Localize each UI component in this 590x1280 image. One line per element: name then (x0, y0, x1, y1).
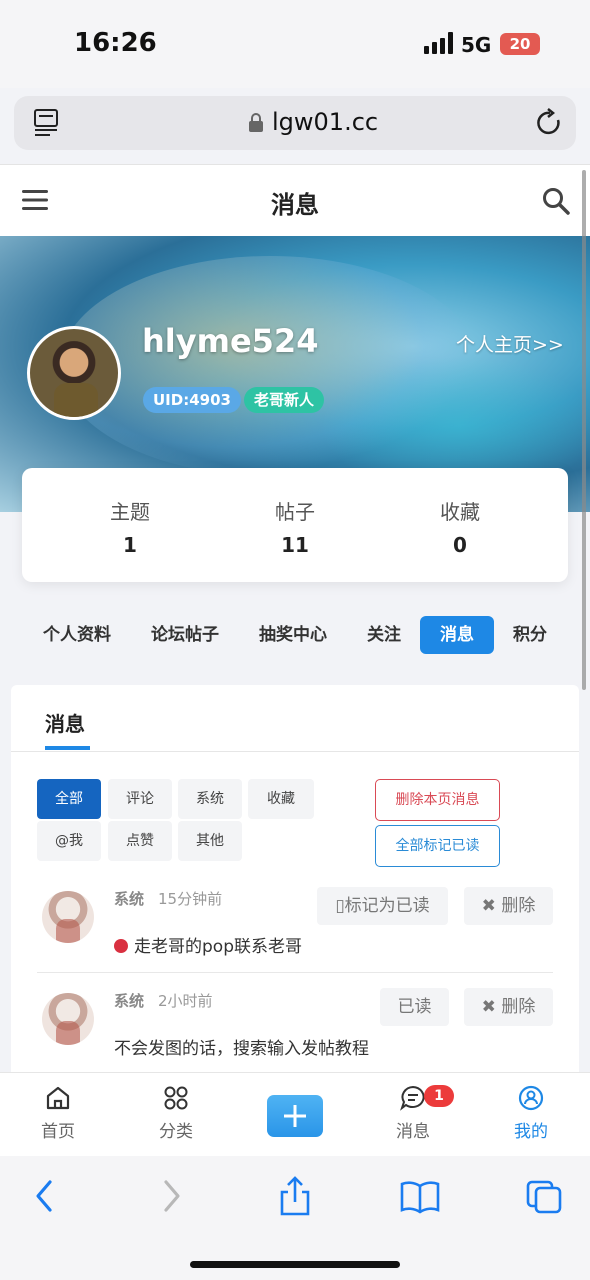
filter-comments[interactable]: 评论 (108, 779, 172, 819)
card-title: 消息 (45, 712, 85, 736)
message-body[interactable]: 不会发图的话，搜索输入发帖教程 (114, 1034, 369, 1059)
home-icon (46, 1086, 70, 1110)
divider (11, 751, 579, 752)
filter-all[interactable]: 全部 (37, 779, 101, 819)
message-time: 2小时前 (158, 992, 213, 1010)
avatar (42, 891, 94, 943)
message-text: 走老哥的pop联系老哥 (134, 937, 302, 957)
tab-messages[interactable]: 消息 (420, 616, 494, 654)
level-badge: 老哥新人 (244, 387, 325, 413)
chat-icon (400, 1085, 425, 1111)
filter-favorites[interactable]: 收藏 (248, 779, 314, 819)
message-time: 15分钟前 (158, 890, 223, 908)
tab-points[interactable]: 积分 (506, 616, 554, 654)
profile-link[interactable]: 个人主页>> (456, 330, 564, 357)
mark-read-label: 标记为已读 (344, 896, 430, 916)
read-status-button[interactable]: 已读 (380, 988, 449, 1026)
stat-topics[interactable]: 主题 1 (70, 496, 190, 557)
stat-label: 主题 (110, 500, 150, 524)
url-bar[interactable]: lgw01.cc (14, 96, 576, 150)
delete-page-button[interactable]: 删除本页消息 (375, 779, 500, 821)
plus-icon (284, 1105, 306, 1127)
network-type: 5G (461, 33, 492, 57)
nav-label: 我的 (514, 1122, 548, 1142)
nav-label: 首页 (41, 1122, 75, 1142)
status-bar: 16:26 5G 20 (0, 0, 590, 88)
avatar[interactable] (27, 326, 121, 420)
share-icon[interactable] (278, 1176, 312, 1216)
close-icon: ✖ (481, 896, 496, 916)
app-header: 消息 (0, 164, 590, 236)
delete-button[interactable]: ✖ 删除 (464, 988, 553, 1026)
tabs-icon[interactable] (526, 1176, 564, 1216)
stats-card: 主题 1 帖子 11 收藏 0 (22, 468, 568, 582)
lock-icon (249, 113, 263, 132)
message-sender: 系统 (114, 890, 145, 908)
delete-label: 删除 (501, 997, 536, 1017)
nav-label: 消息 (396, 1122, 430, 1142)
nav-home[interactable]: 首页 (18, 1085, 98, 1142)
bookmarks-icon[interactable] (400, 1176, 440, 1216)
scrollbar[interactable] (582, 170, 586, 690)
profile-nav-tabs: 个人资料 论坛帖子 抽奖中心 关注 消息 积分 (0, 612, 590, 656)
tab-forum-posts[interactable]: 论坛帖子 (146, 616, 224, 654)
reload-icon[interactable] (536, 108, 564, 138)
forward-icon[interactable] (158, 1176, 186, 1216)
tab-profile[interactable]: 个人资料 (38, 616, 116, 654)
back-icon[interactable] (30, 1176, 58, 1216)
bottom-nav: 首页 分类 消息 1 我的 (0, 1072, 590, 1156)
delete-label: 删除 (501, 896, 536, 916)
filter-other[interactable]: 其他 (178, 821, 242, 861)
reader-mode-icon[interactable] (34, 109, 58, 137)
new-post-button[interactable] (267, 1095, 323, 1137)
mark-read-button[interactable]: ▯标记为已读 (317, 887, 448, 925)
filter-likes[interactable]: 点赞 (108, 821, 172, 861)
grid-icon (164, 1086, 188, 1110)
stat-value: 1 (123, 533, 137, 557)
avatar (42, 993, 94, 1045)
status-time: 16:26 (74, 28, 157, 58)
unread-dot-icon (114, 939, 128, 953)
stat-label: 帖子 (275, 500, 315, 524)
close-icon: ✖ (481, 997, 496, 1017)
nav-label: 分类 (159, 1122, 193, 1142)
divider (37, 972, 553, 973)
nav-category[interactable]: 分类 (136, 1085, 216, 1142)
stat-value: 0 (453, 533, 467, 557)
delete-button[interactable]: ✖ 删除 (464, 887, 553, 925)
battery-icon: 20 (500, 33, 540, 55)
message-sender: 系统 (114, 992, 145, 1010)
uid-badge: UID:4903 (143, 387, 241, 413)
nav-mine[interactable]: 我的 (491, 1085, 571, 1142)
username: hlyme524 (142, 322, 319, 360)
page-title: 消息 (271, 191, 319, 219)
stat-favorites[interactable]: 收藏 0 (400, 496, 520, 557)
filter-system[interactable]: 系统 (178, 779, 242, 819)
search-icon[interactable] (542, 187, 570, 215)
stat-label: 收藏 (440, 500, 480, 524)
filter-mentions[interactable]: @我 (37, 821, 101, 861)
stat-posts[interactable]: 帖子 11 (235, 496, 355, 557)
user-icon (518, 1085, 544, 1111)
home-indicator (190, 1261, 400, 1268)
signal-icon (424, 32, 454, 54)
url-text[interactable]: lgw01.cc (272, 108, 378, 136)
mark-all-read-button[interactable]: 全部标记已读 (375, 825, 500, 867)
message-count-badge: 1 (424, 1085, 454, 1107)
tab-follow[interactable]: 关注 (360, 616, 408, 654)
message-body[interactable]: 走老哥的pop联系老哥 (114, 932, 302, 957)
card-title-underline (45, 746, 90, 750)
stat-value: 11 (281, 533, 309, 557)
tab-lottery[interactable]: 抽奖中心 (254, 616, 332, 654)
